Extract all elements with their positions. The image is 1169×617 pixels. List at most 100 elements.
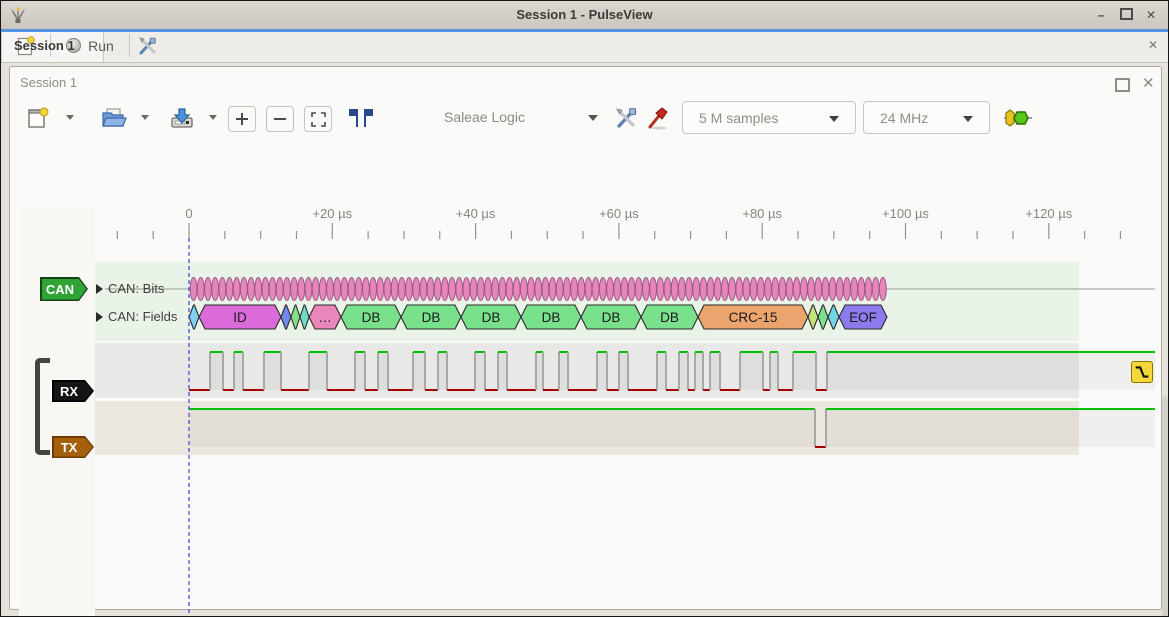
sample-rate-value: 24 MHz — [880, 110, 928, 126]
can-bit — [492, 278, 499, 301]
field-annotation-label: ID — [233, 310, 247, 325]
can-bit — [851, 278, 858, 301]
new-file-dropdown-arrow[interactable] — [66, 115, 74, 120]
can-bit — [319, 278, 326, 301]
field-annotation — [291, 305, 300, 329]
can-bit — [865, 278, 872, 301]
can-bit — [765, 278, 772, 301]
tab-close-icon[interactable]: ✕ — [1148, 38, 1158, 52]
close-button[interactable]: ✕ — [1143, 8, 1159, 22]
can-bit — [420, 278, 427, 301]
settings-button[interactable] — [134, 32, 162, 59]
field-annotation — [808, 305, 818, 329]
restore-button[interactable] — [1115, 78, 1130, 92]
device-select[interactable]: Saleae Logic — [428, 101, 608, 134]
can-bit — [743, 278, 750, 301]
can-bit — [628, 278, 635, 301]
can-bit — [678, 278, 685, 301]
expander-can-fields-icon[interactable] — [96, 312, 103, 322]
can-bit — [348, 278, 355, 301]
open-button[interactable] — [98, 103, 130, 133]
rx-waveform-fill — [234, 352, 243, 390]
trace-view[interactable]: 0+20 µs+40 µs+60 µs+80 µs+100 µs+120 µsI… — [19, 206, 1169, 617]
tx-tag-label: TX — [52, 436, 86, 458]
rx-waveform-fill — [770, 352, 778, 390]
field-annotation — [281, 305, 291, 329]
can-bit — [499, 278, 506, 301]
tx-channel-tag[interactable]: TX — [52, 436, 94, 458]
field-annotation-label: DB — [422, 310, 441, 325]
can-bit — [657, 278, 664, 301]
open-dropdown-arrow[interactable] — [141, 115, 149, 120]
ruler-label: +80 µs — [742, 206, 782, 221]
waveform-canvas: 0+20 µs+40 µs+60 µs+80 µs+100 µs+120 µsI… — [19, 206, 1169, 617]
minimize-button[interactable]: – — [1093, 8, 1109, 22]
rx-channel-tag[interactable]: RX — [52, 380, 94, 402]
can-bit — [384, 278, 391, 301]
ruler-label: +40 µs — [456, 206, 496, 221]
can-tag-label: CAN — [40, 277, 80, 301]
can-bit — [693, 278, 700, 301]
can-bit — [671, 278, 678, 301]
zoom-in-button[interactable] — [228, 106, 256, 132]
can-bit — [233, 278, 240, 301]
can-bit — [542, 278, 549, 301]
sample-rate-select[interactable]: 24 MHz — [863, 101, 990, 134]
vertical-scrollbar-handle[interactable] — [1162, 396, 1168, 617]
chevron-down-icon — [963, 116, 973, 122]
subwindow-close-button[interactable]: ✕ — [1142, 74, 1155, 92]
wrench-screwdriver-icon — [137, 35, 159, 57]
can-bit — [434, 278, 441, 301]
can-bit — [599, 278, 606, 301]
zoom-out-button[interactable] — [266, 106, 294, 132]
can-bit — [729, 278, 736, 301]
save-button[interactable] — [166, 103, 198, 133]
run-label: Run — [88, 38, 114, 54]
zoom-fit-button[interactable] — [304, 106, 332, 132]
can-bit — [197, 278, 204, 301]
field-annotation-label: DB — [362, 310, 381, 325]
trigger-marker[interactable] — [1131, 361, 1153, 383]
can-bit — [836, 278, 843, 301]
rx-waveform-fill — [657, 352, 666, 390]
rx-waveform-fill — [695, 352, 703, 390]
can-bit — [793, 278, 800, 301]
can-bit — [808, 278, 815, 301]
can-decoder-tag[interactable]: CAN — [40, 277, 88, 301]
maximize-button[interactable] — [1118, 8, 1134, 22]
rx-waveform-fill — [619, 352, 628, 390]
channel-group-bracket[interactable] — [35, 358, 50, 455]
tab-label: Session 1 — [14, 38, 75, 53]
can-bit — [255, 278, 262, 301]
can-bit — [513, 278, 520, 301]
expander-can-bits-icon[interactable] — [96, 284, 103, 294]
field-annotation-label: CRC-15 — [729, 310, 778, 325]
can-bit — [829, 278, 836, 301]
open-folder-icon — [101, 106, 127, 130]
can-bit — [240, 278, 247, 301]
can-bit — [736, 278, 743, 301]
device-config-button[interactable] — [610, 103, 642, 133]
new-file-button[interactable] — [24, 103, 52, 133]
save-icon — [169, 106, 195, 130]
can-bit — [190, 278, 197, 301]
show-cursors-button[interactable] — [344, 103, 378, 133]
chevron-down-icon — [829, 116, 839, 122]
field-annotation-label: EOF — [849, 310, 877, 325]
rx-waveform-fill — [710, 352, 720, 390]
falling-edge-icon — [1132, 362, 1152, 382]
can-bit — [700, 278, 707, 301]
can-bit — [413, 278, 420, 301]
can-bit — [205, 278, 212, 301]
add-decoder-button[interactable] — [1002, 103, 1034, 133]
can-bit — [750, 278, 757, 301]
can-bit — [650, 278, 657, 301]
new-file-icon — [27, 106, 49, 130]
sample-count-select[interactable]: 5 M samples — [682, 101, 856, 134]
zoom-fit-icon — [311, 112, 326, 127]
device-config-icon — [613, 106, 639, 130]
channels-button[interactable] — [644, 103, 674, 133]
save-dropdown-arrow[interactable] — [209, 115, 217, 120]
can-bit — [334, 278, 341, 301]
subwindow-title: Session 1 — [20, 75, 77, 90]
